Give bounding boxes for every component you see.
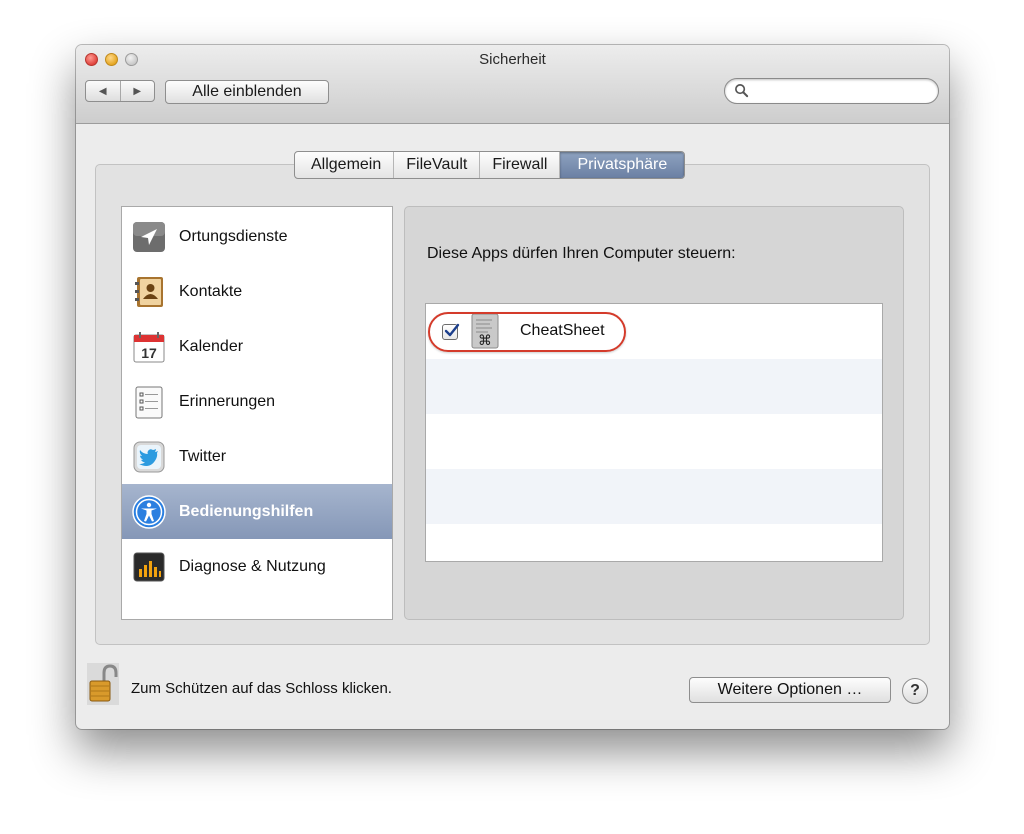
sidebar-item-label: Kalender [179, 337, 244, 355]
show-all-button[interactable]: Alle einblenden [165, 80, 329, 104]
app-list: ⌘ CheatSheet [425, 303, 883, 562]
preferences-window: Sicherheit ◀ ▶ Alle einblenden Allgemein… [76, 45, 949, 729]
sidebar-item-ortungsdienste[interactable]: Ortungsdienste [122, 209, 392, 264]
empty-row [426, 414, 882, 469]
sidebar-item-bedienungshilfen[interactable]: Bedienungshilfen [122, 484, 392, 539]
app-row-cheatsheet[interactable]: ⌘ CheatSheet [426, 304, 882, 359]
sidebar-item-kontakte[interactable]: Kontakte [122, 264, 392, 319]
detail-heading: Diese Apps dürfen Ihren Computer steuern… [427, 245, 736, 262]
search-icon [735, 84, 749, 98]
calendar-icon: 17 [133, 331, 165, 362]
sidebar-item-label: Bedienungshilfen [179, 502, 314, 520]
more-options-button[interactable]: Weitere Optionen … [689, 677, 891, 703]
forward-button[interactable]: ▶ [119, 81, 155, 101]
sidebar-item-label: Twitter [179, 447, 227, 465]
privacy-detail-panel: Diese Apps dürfen Ihren Computer steuern… [404, 206, 904, 620]
sidebar-item-label: Ortungsdienste [179, 227, 288, 245]
tab-allgemein[interactable]: Allgemein [295, 152, 393, 178]
lock-open-icon[interactable] [87, 663, 119, 705]
tab-firewall[interactable]: Firewall [479, 152, 559, 178]
sidebar-item-kalender[interactable]: 17 Kalender [122, 319, 392, 374]
empty-row [426, 359, 882, 414]
back-button[interactable]: ◀ [86, 81, 120, 101]
privacy-category-list: Ortungsdienste Kontakte 17 Kalender Erin… [121, 206, 393, 620]
diagnostics-icon [133, 552, 165, 581]
sidebar-item-erinnerungen[interactable]: Erinnerungen [122, 374, 392, 429]
contacts-book-icon [135, 276, 163, 307]
location-arrow-icon [133, 221, 165, 252]
annotation-highlight-ring [428, 312, 626, 352]
sidebar-item-label: Diagnose & Nutzung [179, 557, 326, 575]
search-input[interactable] [724, 78, 939, 104]
sidebar-item-label: Erinnerungen [179, 392, 276, 410]
sidebar-item-diagnose-nutzung[interactable]: Diagnose & Nutzung [122, 539, 392, 594]
calendar-date: 17 [141, 345, 157, 361]
help-button[interactable]: ? [902, 678, 928, 704]
twitter-bird-icon [133, 441, 165, 472]
toolbar: Sicherheit ◀ ▶ Alle einblenden [76, 45, 949, 124]
tab-privatsphaere[interactable]: Privatsphäre [559, 152, 685, 178]
reminders-list-icon [135, 386, 163, 418]
back-forward-control: ◀ ▶ [85, 80, 155, 102]
tab-bar: Allgemein FileVault Firewall Privatsphär… [294, 151, 686, 179]
tab-filevault[interactable]: FileVault [393, 152, 479, 178]
window-title: Sicherheit [479, 51, 546, 68]
empty-row [426, 524, 882, 561]
empty-row [426, 469, 882, 524]
lock-status-text: Zum Schützen auf das Schloss klicken. [131, 680, 392, 697]
sidebar-item-label: Kontakte [179, 282, 243, 300]
accessibility-icon [132, 494, 166, 529]
sidebar-item-twitter[interactable]: Twitter [122, 429, 392, 484]
